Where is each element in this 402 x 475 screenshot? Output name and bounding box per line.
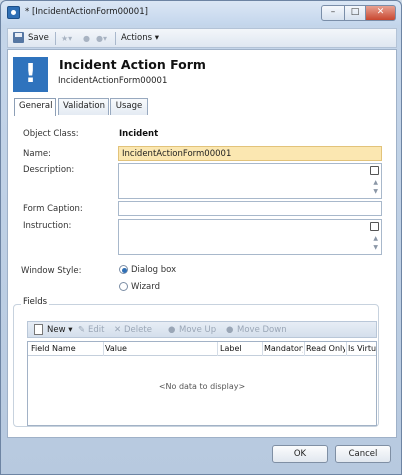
delete-field-button[interactable]: Delete bbox=[124, 324, 152, 337]
window-title: * [IncidentActionForm00001] bbox=[25, 7, 148, 17]
column-header-value[interactable]: Value bbox=[105, 344, 215, 353]
column-header-field-name[interactable]: Field Name bbox=[31, 344, 101, 353]
window-style-wizard-label[interactable]: Wizard bbox=[131, 282, 160, 292]
name-label: Name: bbox=[23, 149, 51, 159]
minimize-button[interactable]: – bbox=[321, 5, 345, 21]
new-field-button[interactable]: New ▾ bbox=[47, 324, 73, 337]
delete-icon: ✕ bbox=[114, 325, 122, 335]
window-style-dialog-label[interactable]: Dialog box bbox=[131, 265, 176, 275]
forward-icon[interactable]: ●▾ bbox=[96, 32, 107, 45]
cancel-button[interactable]: Cancel bbox=[335, 445, 391, 463]
column-header-is-virtual[interactable]: Is Virtual bbox=[348, 344, 376, 353]
column-separator bbox=[103, 342, 104, 356]
maximize-icon: □ bbox=[350, 7, 360, 17]
column-separator bbox=[262, 342, 263, 356]
column-header-mandatory[interactable]: Mandatory bbox=[264, 344, 303, 353]
table-header: Field Name Value Label Mandatory Read On… bbox=[28, 342, 376, 356]
move-down-icon: ● bbox=[226, 325, 234, 335]
name-field[interactable]: IncidentActionForm00001 bbox=[118, 146, 382, 161]
toolbar-separator bbox=[115, 32, 116, 45]
column-header-label[interactable]: Label bbox=[220, 344, 260, 353]
window-style-dialog-radio[interactable] bbox=[119, 265, 128, 274]
scroll-down-icon[interactable]: ▼ bbox=[373, 244, 378, 251]
app-icon[interactable] bbox=[7, 6, 20, 19]
new-document-icon bbox=[34, 324, 43, 335]
maximize-button[interactable]: □ bbox=[344, 5, 366, 21]
page-subtitle: IncidentActionForm00001 bbox=[58, 76, 168, 86]
window-style-wizard-radio[interactable] bbox=[119, 282, 128, 291]
window-style-label: Window Style: bbox=[21, 266, 82, 276]
edit-icon: ✎ bbox=[78, 325, 86, 335]
close-button[interactable]: ✕ bbox=[365, 5, 396, 21]
empty-table-message: <No data to display> bbox=[158, 382, 246, 391]
page-title: Incident Action Form bbox=[59, 57, 206, 72]
close-icon: ✕ bbox=[376, 7, 385, 17]
scroll-up-icon[interactable]: ▲ bbox=[373, 235, 378, 242]
title-bar: * [IncidentActionForm00001] – □ ✕ bbox=[1, 1, 401, 25]
fields-table: Field Name Value Label Mandatory Read On… bbox=[27, 341, 377, 426]
scroll-up-icon[interactable]: ▲ bbox=[373, 179, 378, 186]
description-field[interactable]: ▲ ▼ bbox=[118, 163, 382, 199]
actions-menu-button[interactable]: Actions ▾ bbox=[121, 32, 159, 45]
scroll-down-icon[interactable]: ▼ bbox=[373, 188, 378, 195]
form-caption-field[interactable] bbox=[118, 201, 382, 216]
instruction-label: Instruction: bbox=[23, 221, 72, 231]
column-separator bbox=[304, 342, 305, 356]
column-separator bbox=[217, 342, 218, 356]
back-icon[interactable]: ● bbox=[83, 32, 90, 45]
incident-form-icon: ! bbox=[13, 57, 48, 92]
move-up-icon: ● bbox=[168, 325, 176, 335]
edit-field-button[interactable]: Edit bbox=[88, 324, 104, 337]
form-caption-label: Form Caption: bbox=[23, 204, 83, 214]
tab-usage[interactable]: Usage bbox=[110, 98, 148, 115]
object-class-label: Object Class: bbox=[23, 129, 79, 139]
move-up-button[interactable]: Move Up bbox=[179, 324, 216, 337]
save-icon[interactable] bbox=[13, 32, 24, 43]
move-down-button[interactable]: Move Down bbox=[237, 324, 287, 337]
undo-icon[interactable]: ★▾ bbox=[61, 32, 72, 45]
ok-button[interactable]: OK bbox=[272, 445, 328, 463]
tab-general[interactable]: General bbox=[14, 98, 56, 116]
object-class-value: Incident bbox=[119, 129, 159, 139]
expand-icon[interactable] bbox=[370, 166, 379, 175]
description-label: Description: bbox=[23, 165, 75, 175]
expand-icon[interactable] bbox=[370, 222, 379, 231]
fields-group-title: Fields bbox=[21, 297, 50, 307]
tab-validation[interactable]: Validation bbox=[58, 98, 109, 115]
column-separator bbox=[346, 342, 347, 356]
toolbar-separator bbox=[55, 32, 56, 45]
main-toolbar: Save ★▾ ● ●▾ Actions ▾ bbox=[7, 28, 397, 48]
instruction-field[interactable]: ▲ ▼ bbox=[118, 219, 382, 255]
save-button[interactable]: Save bbox=[28, 32, 49, 45]
fields-toolbar: New ▾ ✎ Edit ✕ Delete ● Move Up ● Move D… bbox=[27, 321, 377, 338]
dialog-window: * [IncidentActionForm00001] – □ ✕ Save ★… bbox=[0, 0, 402, 475]
minimize-icon: – bbox=[330, 7, 336, 17]
column-header-read-only[interactable]: Read Only bbox=[306, 344, 345, 353]
